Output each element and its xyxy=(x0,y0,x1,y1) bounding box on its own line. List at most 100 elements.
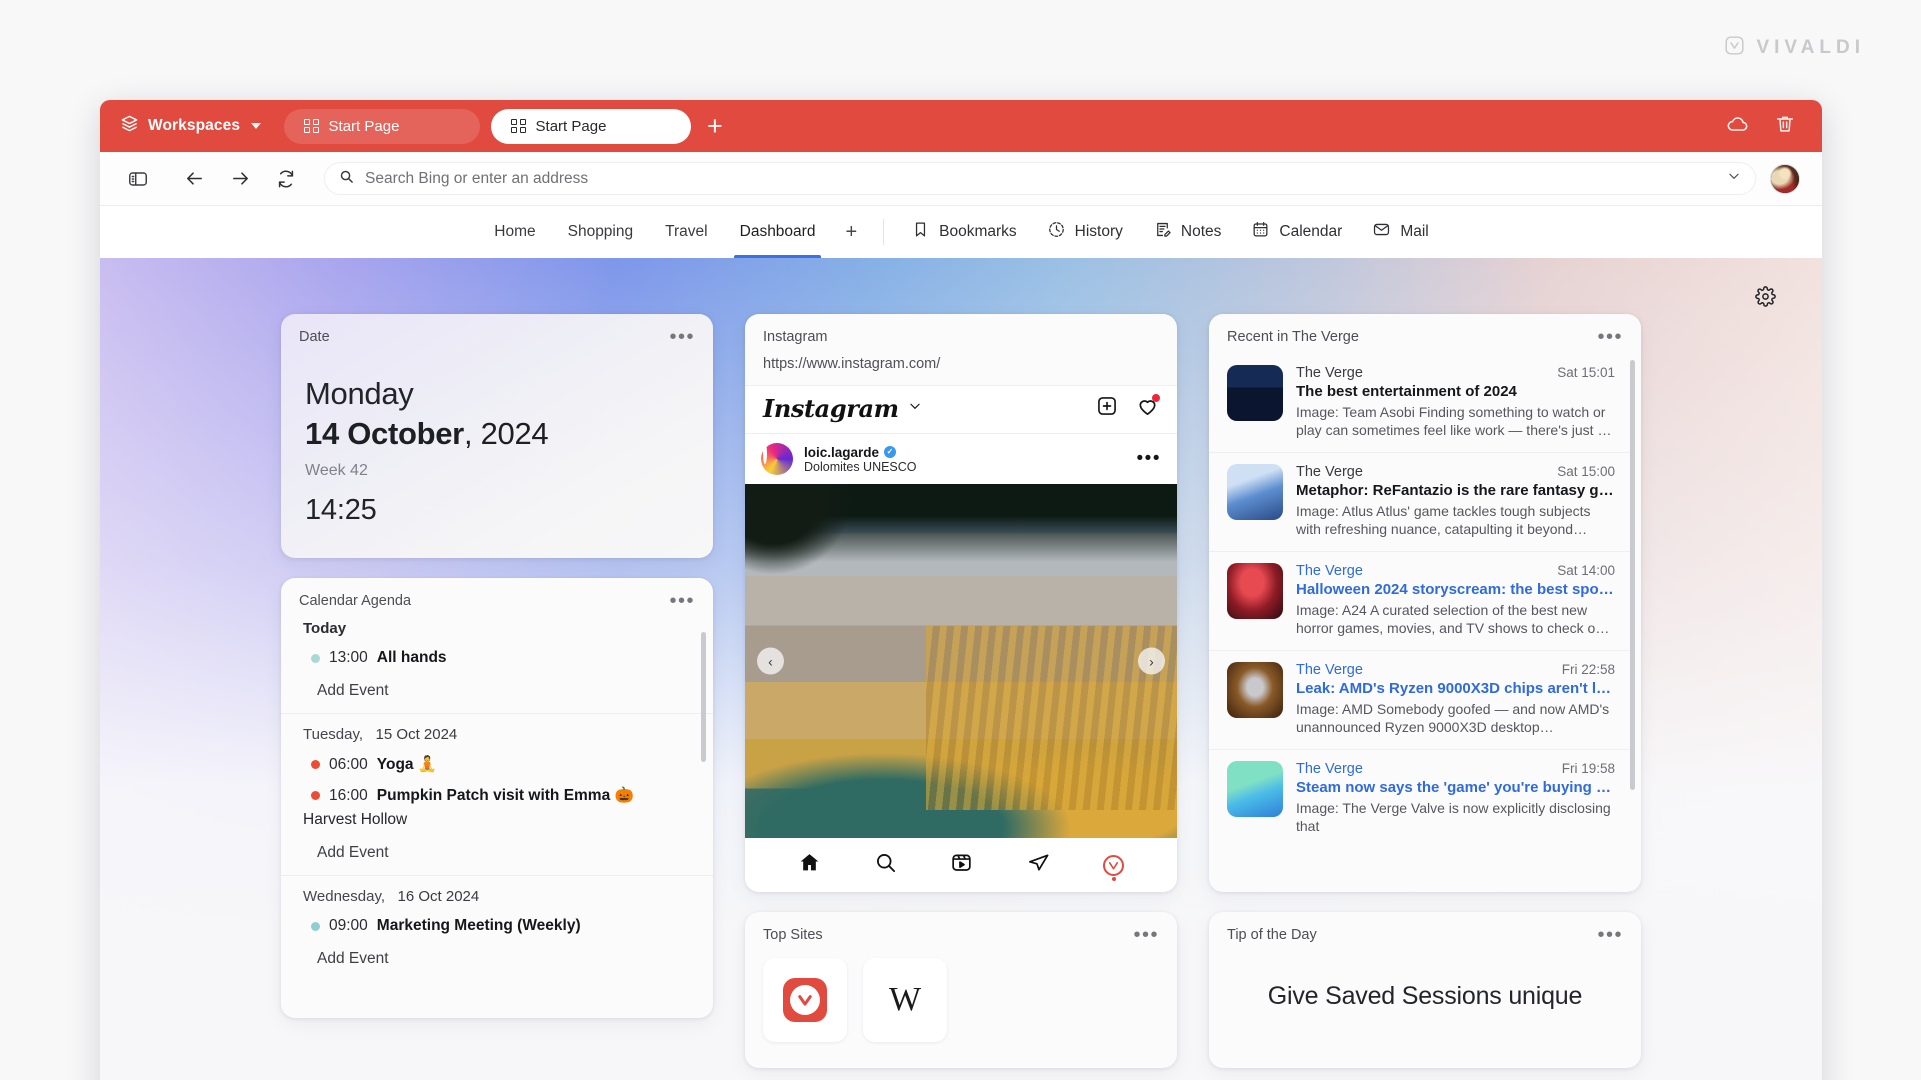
agenda-day-name: Tuesday, xyxy=(303,726,364,743)
top-site-vivaldi[interactable] xyxy=(763,958,847,1042)
article-row[interactable]: The Verge Sat 15:01 The best entertainme… xyxy=(1209,354,1633,452)
instagram-top-bar: Instagram xyxy=(745,385,1177,434)
speeddial-tab-shopping[interactable]: Shopping xyxy=(552,206,650,258)
widget-title: Calendar Agenda xyxy=(299,593,412,609)
event-name: Pumpkin Patch visit with Emma 🎃 xyxy=(376,787,634,804)
article-row[interactable]: The Verge Fri 19:58 Steam now says the '… xyxy=(1209,748,1633,848)
speeddial-tab-dashboard[interactable]: Dashboard xyxy=(724,206,832,258)
add-event-button[interactable]: Add Event xyxy=(303,835,691,875)
agenda-event[interactable]: 16:00 Pumpkin Patch visit with Emma 🎃 xyxy=(303,780,691,811)
speeddial-tab-home[interactable]: Home xyxy=(478,206,551,258)
workspaces-label: Workspaces xyxy=(148,117,241,134)
widget-menu-button[interactable]: ••• xyxy=(1133,925,1159,945)
article-time: Fri 22:58 xyxy=(1561,661,1615,677)
speeddial-tab-travel[interactable]: Travel xyxy=(649,206,724,258)
instagram-widget: Instagram https://www.instagram.com/ Ins… xyxy=(745,314,1177,892)
new-post-icon[interactable] xyxy=(1096,395,1118,422)
chevron-down-icon[interactable] xyxy=(908,399,922,418)
search-input[interactable]: Search Bing or enter an address xyxy=(324,162,1756,195)
tab-bar-right-actions xyxy=(1726,112,1822,141)
cloud-icon[interactable] xyxy=(1726,112,1750,141)
article-headline[interactable]: The best entertainment of 2024 xyxy=(1296,383,1615,400)
home-icon[interactable] xyxy=(798,851,821,879)
bookmark-item-mail[interactable]: Mail xyxy=(1357,206,1443,258)
add-event-button[interactable]: Add Event xyxy=(303,941,691,981)
instagram-url[interactable]: https://www.instagram.com/ xyxy=(745,354,1177,385)
history-icon xyxy=(1047,220,1066,244)
avatar[interactable] xyxy=(1770,163,1800,194)
bookmark-item-notes[interactable]: Notes xyxy=(1138,206,1237,258)
scrollbar[interactable] xyxy=(1630,360,1635,790)
messages-icon[interactable] xyxy=(1027,851,1050,879)
widget-menu-button[interactable]: ••• xyxy=(669,591,695,611)
bookmark-item-label: Notes xyxy=(1180,223,1222,240)
widget-menu-button[interactable]: ••• xyxy=(669,327,695,347)
back-icon[interactable] xyxy=(174,167,214,190)
article-headline[interactable]: Halloween 2024 storyscream: the best spo… xyxy=(1296,581,1615,598)
avatar[interactable] xyxy=(761,443,793,475)
article-row[interactable]: The Verge Fri 22:58 Leak: AMD's Ryzen 90… xyxy=(1209,649,1633,749)
divider xyxy=(883,219,885,245)
article-headline[interactable]: Leak: AMD's Ryzen 9000X3D chips aren't l… xyxy=(1296,680,1615,697)
instagram-wordmark: Instagram xyxy=(763,394,899,423)
bookmark-item-history[interactable]: History xyxy=(1032,206,1138,258)
carousel-prev-icon[interactable]: ‹ xyxy=(757,647,784,675)
reels-icon[interactable] xyxy=(950,851,973,879)
reload-icon[interactable] xyxy=(266,168,306,190)
article-time: Fri 19:58 xyxy=(1561,760,1615,776)
article-headline[interactable]: Steam now says the 'game' you're buying … xyxy=(1296,779,1615,796)
agenda-event[interactable]: 13:00 All hands xyxy=(303,643,691,673)
vivaldi-logo-icon xyxy=(783,978,827,1022)
forward-icon[interactable] xyxy=(220,167,260,190)
widget-header: Date ••• xyxy=(281,314,713,354)
vivaldi-icon[interactable] xyxy=(1103,854,1125,876)
gear-icon[interactable] xyxy=(1755,286,1776,312)
bookmark-item-label: History xyxy=(1074,223,1123,240)
article-source: The Verge xyxy=(1296,463,1363,480)
chevron-down-icon[interactable] xyxy=(1727,169,1741,188)
tab-start-page-2[interactable]: Start Page xyxy=(491,108,692,144)
search-icon[interactable] xyxy=(874,851,897,879)
widget-header: Calendar Agenda ••• xyxy=(281,578,713,618)
trash-icon[interactable] xyxy=(1774,113,1796,140)
agenda-group-wednesday: Wednesday, 16 Oct 2024 09:00 Marketing M… xyxy=(281,875,713,981)
agenda-day-label: Tuesday, 15 Oct 2024 xyxy=(303,724,691,749)
notifications-heart-icon[interactable] xyxy=(1136,393,1160,423)
bookmark-item-bookmarks[interactable]: Bookmarks xyxy=(896,206,1032,258)
widget-menu-button[interactable]: ••• xyxy=(1597,925,1623,945)
speeddial-icon xyxy=(511,118,526,134)
add-event-button[interactable]: Add Event xyxy=(303,673,691,713)
notes-icon xyxy=(1153,220,1172,244)
agenda-event[interactable]: 06:00 Yoga 🧘 xyxy=(303,749,691,780)
scrollbar[interactable] xyxy=(701,632,706,762)
carousel-next-icon[interactable]: › xyxy=(1138,647,1165,675)
article-time: Sat 15:00 xyxy=(1557,463,1615,479)
date-full: 14 October, 2024 xyxy=(305,416,689,452)
widget-header: Recent in The Verge ••• xyxy=(1209,314,1641,354)
date-week: Week 42 xyxy=(305,462,368,479)
verified-badge-icon xyxy=(884,446,897,458)
new-tab-button[interactable]: + xyxy=(707,112,723,140)
bookmark-item-calendar[interactable]: Calendar xyxy=(1236,206,1357,258)
agenda-event[interactable]: 09:00 Marketing Meeting (Weekly) xyxy=(303,911,691,941)
agenda-day-name: Wednesday, xyxy=(303,888,385,905)
bookmark-item-label: Calendar xyxy=(1279,223,1343,240)
article-headline[interactable]: Metaphor: ReFantazio is the rare fantasy… xyxy=(1296,482,1615,499)
top-site-wikipedia[interactable]: W xyxy=(863,958,947,1042)
post-menu-button[interactable]: ••• xyxy=(1137,449,1161,468)
agenda-day-label: Wednesday, 16 Oct 2024 xyxy=(303,886,691,911)
widget-header: Tip of the Day ••• xyxy=(1209,912,1641,952)
bookmark-item-label: Bookmarks xyxy=(939,223,1017,240)
article-row[interactable]: The Verge Sat 15:00 Metaphor: ReFantazio… xyxy=(1209,451,1633,551)
widget-grid: Date ••• Monday 14 October, 2024 Week 42… xyxy=(162,314,1760,1068)
instagram-account[interactable]: loic.lagarde xyxy=(804,445,917,460)
widget-menu-button[interactable]: ••• xyxy=(1597,327,1623,347)
tab-start-page-1[interactable]: Start Page xyxy=(284,108,481,144)
workspaces-button[interactable]: Workspaces xyxy=(114,109,273,143)
article-description: Image: The Verge Valve is now explicitly… xyxy=(1296,799,1611,835)
widget-title: Instagram xyxy=(763,329,828,345)
panel-toggle-icon[interactable] xyxy=(118,168,158,190)
article-row[interactable]: The Verge Sat 14:00 Halloween 2024 story… xyxy=(1209,550,1633,650)
agenda-group-today: Today 13:00 All hands Add Event xyxy=(281,618,713,713)
add-speeddial-button[interactable]: + xyxy=(831,221,871,244)
